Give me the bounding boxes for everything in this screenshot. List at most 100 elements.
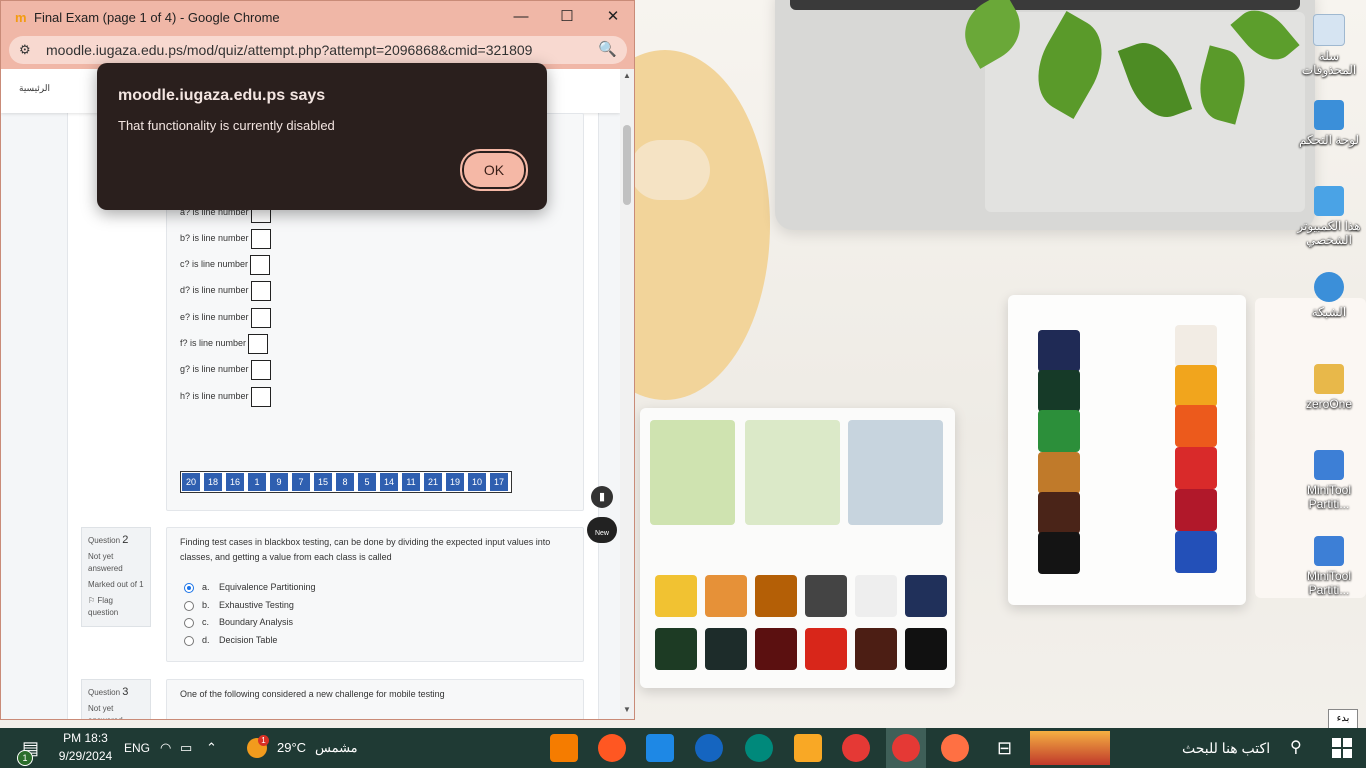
question-2-status: Not yet answered xyxy=(88,552,123,573)
search-icon[interactable]: ⚲ xyxy=(1290,728,1302,768)
internet-explorer-icon[interactable] xyxy=(695,734,723,762)
question-2-marks: Marked out of 1 xyxy=(88,580,144,589)
radio[interactable] xyxy=(184,635,194,646)
minitool-icon xyxy=(1314,450,1344,480)
drag-tile[interactable]: 10 xyxy=(468,473,487,491)
drag-tile[interactable]: 20 xyxy=(182,473,201,491)
chrome-icon[interactable] xyxy=(892,734,920,762)
zoom-icon[interactable]: 🔍 xyxy=(598,40,617,58)
drag-tile[interactable]: 17 xyxy=(490,473,509,491)
question-2-info: Question 2 Not yet answered Marked out o… xyxy=(81,527,151,627)
answer-option-b[interactable]: b. Exhaustive Testing xyxy=(184,598,294,612)
task-view-icon[interactable]: ⊟ xyxy=(997,728,1012,768)
drop-target-box[interactable] xyxy=(250,359,271,380)
paint-pan xyxy=(655,575,697,617)
drag-tile[interactable]: 14 xyxy=(380,473,399,491)
maximize-button[interactable]: ☐ xyxy=(544,1,590,33)
option-letter: d. xyxy=(202,635,210,645)
close-button[interactable]: ✕ xyxy=(590,1,634,33)
title-bar[interactable]: m Final Exam (page 1 of 4) - Google Chro… xyxy=(1,1,634,33)
weather-badge: 1 xyxy=(258,735,269,746)
search-placeholder: اكتب هنا للبحث xyxy=(1182,740,1271,756)
drag-tile[interactable]: 7 xyxy=(292,473,311,491)
desktop-icon-label: لوحة التحكم xyxy=(1298,133,1359,147)
pen-app-icon[interactable] xyxy=(598,734,626,762)
file-explorer-icon[interactable] xyxy=(794,734,822,762)
alert-message: That functionality is currently disabled xyxy=(118,118,335,133)
drag-tile[interactable]: 16 xyxy=(226,473,245,491)
desktop-icon-label: الشبكة xyxy=(1311,305,1347,319)
weather-text[interactable]: مشمس xyxy=(315,728,358,768)
drag-tile[interactable]: 1 xyxy=(248,473,267,491)
drag-tile[interactable]: 11 xyxy=(402,473,421,491)
moodle-favicon-icon: m xyxy=(15,10,27,25)
drag-tile[interactable]: 8 xyxy=(336,473,355,491)
drag-tile[interactable]: 19 xyxy=(446,473,465,491)
site-info-icon[interactable]: ⚙ xyxy=(19,42,31,58)
drag-tile[interactable]: 5 xyxy=(358,473,377,491)
desktop-icon-zeroone[interactable]: zeroOne xyxy=(1294,364,1364,411)
paint-pan xyxy=(1038,330,1080,372)
answer-option-a[interactable]: a. Equivalence Partitioning xyxy=(184,580,316,594)
desktop-icon-recycle-bin[interactable]: سلة المحذوفات xyxy=(1294,14,1364,77)
radio[interactable] xyxy=(184,617,194,628)
battery-icon[interactable]: ▭ xyxy=(180,728,192,768)
desktop-icon-network[interactable]: الشبكة xyxy=(1294,272,1364,319)
xampp-icon[interactable] xyxy=(550,734,578,762)
wallpaper-cup xyxy=(630,140,710,200)
minitool-icon xyxy=(1314,536,1344,566)
url-text[interactable]: moodle.iugaza.edu.ps/mod/quiz/attempt.ph… xyxy=(46,42,532,58)
line-label: c? is line number xyxy=(180,259,249,269)
desktop-icon-this-pc[interactable]: هذا الكمبيوتر الشخصي xyxy=(1294,186,1364,247)
drag-tile[interactable]: 18 xyxy=(204,473,223,491)
paint-pan xyxy=(855,628,897,670)
firefox-icon[interactable] xyxy=(941,734,969,762)
desktop-icon-label: MiniTool Partiti... xyxy=(1306,569,1351,597)
weather-temp[interactable]: 29°C xyxy=(277,728,306,768)
language-indicator[interactable]: ENG xyxy=(124,728,150,768)
clock-time[interactable]: PM 18:3 xyxy=(58,731,113,745)
desktop-icon-minitool-1[interactable]: MiniTool Partiti... xyxy=(1294,450,1364,511)
chrome-profile-icon[interactable] xyxy=(842,734,870,762)
answer-option-d[interactable]: d. Decision Table xyxy=(184,633,277,647)
clock-date[interactable]: 9/29/2024 xyxy=(58,749,113,763)
minimize-button[interactable]: — xyxy=(498,1,544,33)
line-row-d: d? is line number xyxy=(180,280,271,301)
paint-pan xyxy=(848,420,943,525)
vscode-icon[interactable] xyxy=(646,734,674,762)
book-icon[interactable]: ▮ xyxy=(591,486,613,508)
desktop-icon-control-panel[interactable]: لوحة التحكم xyxy=(1294,100,1364,147)
question-3-info: Question 3 Not yet answered xyxy=(81,679,151,719)
search-highlight-image[interactable] xyxy=(1030,731,1110,765)
omnibox[interactable]: ⚙ moodle.iugaza.edu.ps/mod/quiz/attempt.… xyxy=(9,36,627,64)
drag-tile[interactable]: 21 xyxy=(424,473,443,491)
radio-selected[interactable] xyxy=(184,582,194,593)
page-scrollbar[interactable]: ▲ ▼ xyxy=(620,69,634,719)
drag-tile[interactable]: 9 xyxy=(270,473,289,491)
paint-pan xyxy=(1038,452,1080,494)
answer-option-c[interactable]: c. Boundary Analysis xyxy=(184,615,293,629)
drop-target-box[interactable] xyxy=(250,280,271,301)
drop-target-box[interactable] xyxy=(250,307,271,328)
drag-tile[interactable]: 15 xyxy=(314,473,333,491)
home-link[interactable]: الرئيسية xyxy=(19,83,50,94)
drop-target-box[interactable] xyxy=(250,386,271,407)
control-panel-icon xyxy=(1314,100,1344,130)
drop-target-box[interactable] xyxy=(248,333,269,354)
ok-button[interactable]: OK xyxy=(460,149,528,191)
flag-question-link[interactable]: ⚐ Flag question xyxy=(88,595,144,619)
scroll-down-arrow-icon[interactable]: ▼ xyxy=(623,705,631,714)
wifi-icon[interactable]: ◠ xyxy=(160,728,171,768)
desktop-icon-label: سلة المحذوفات xyxy=(1301,49,1357,77)
desktop-icon-minitool-2[interactable]: MiniTool Partiti... xyxy=(1294,536,1364,597)
radio[interactable] xyxy=(184,600,194,611)
scroll-up-arrow-icon[interactable]: ▲ xyxy=(623,71,631,80)
start-windows-icon[interactable] xyxy=(1332,738,1352,758)
edge-icon[interactable] xyxy=(745,734,773,762)
new-extension-button[interactable]: New xyxy=(587,517,617,543)
drop-target-box[interactable] xyxy=(250,228,271,249)
line-row-g: g? is line number xyxy=(180,359,271,380)
chevron-up-icon[interactable]: ⌃ xyxy=(206,728,217,768)
drop-target-box[interactable] xyxy=(250,254,271,275)
scroll-thumb[interactable] xyxy=(623,125,631,205)
